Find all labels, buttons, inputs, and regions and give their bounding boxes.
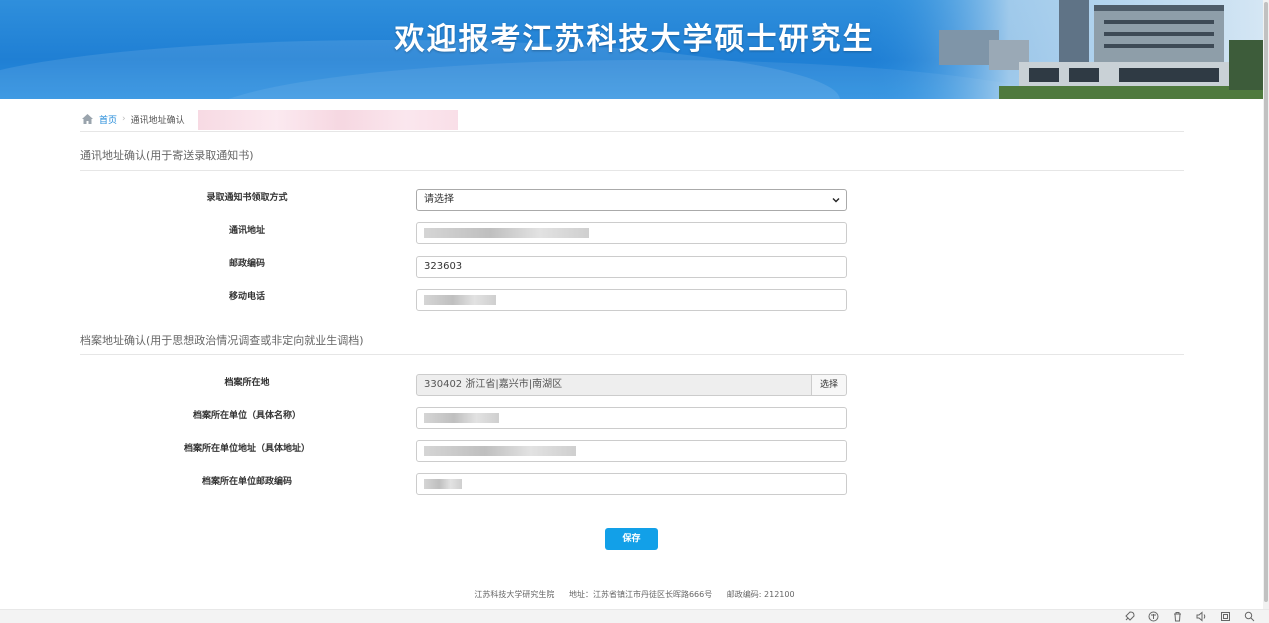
header-banner: 欢迎报考江苏科技大学硕士研究生 [0, 0, 1269, 99]
breadcrumb: 首页 › 通讯地址确认 [82, 111, 185, 127]
address-input[interactable] [416, 222, 847, 244]
unit-name-label: 档案所在单位（具体名称） [192, 411, 301, 421]
footer-address: 地址：江苏省镇江市丹徒区长晖路666号 [568, 590, 713, 599]
zip-input[interactable]: 323603 [416, 256, 847, 278]
unit-address-label: 档案所在单位地址（具体地址） [183, 444, 310, 454]
redacted-value [424, 413, 499, 423]
breadcrumb-separator: › [122, 114, 126, 124]
unit-name-input[interactable] [416, 407, 847, 429]
trash-icon[interactable] [1172, 611, 1183, 622]
phone-label: 移动电话 [228, 292, 265, 302]
section-title-archive: 档案地址确认(用于思想政治情况调查或非定向就业生调档) [80, 334, 364, 347]
archive-location-label: 档案所在地 [224, 378, 270, 388]
speaker-icon[interactable] [1196, 611, 1207, 622]
rocket-icon[interactable] [1124, 611, 1135, 622]
phone-input[interactable] [416, 289, 847, 311]
footer: 江苏科技大学研究生院 地址：江苏省镇江市丹徒区长晖路666号 邮政编码: 212… [0, 589, 1269, 600]
archive-location-field: 330402 浙江省|嘉兴市|南湖区 [416, 374, 812, 396]
divider [80, 170, 1184, 171]
archive-location-group: 330402 浙江省|嘉兴市|南湖区 选择 [416, 374, 847, 396]
redacted-value [424, 228, 589, 238]
scrollbar-thumb[interactable] [1264, 2, 1268, 602]
chevron-down-icon [832, 198, 840, 203]
browser-status-bar [0, 609, 1269, 623]
redacted-region [198, 110, 458, 130]
translate-icon[interactable] [1148, 611, 1159, 622]
save-button[interactable]: 保存 [605, 528, 658, 550]
unit-zip-input[interactable] [416, 473, 847, 495]
redacted-value [424, 446, 576, 456]
pickup-method-value: 请选择 [424, 194, 454, 205]
redacted-value [424, 295, 496, 305]
unit-address-input[interactable] [416, 440, 847, 462]
window-icon[interactable] [1220, 611, 1231, 622]
search-icon[interactable] [1244, 611, 1255, 622]
banner-title: 欢迎报考江苏科技大学硕士研究生 [394, 22, 875, 57]
footer-school: 江苏科技大学研究生院 [474, 590, 555, 599]
redacted-value [424, 479, 462, 489]
breadcrumb-home-link[interactable]: 首页 [99, 113, 117, 126]
zip-label: 邮政编码 [228, 259, 265, 269]
address-label: 通讯地址 [228, 226, 265, 236]
unit-zip-label: 档案所在单位邮政编码 [201, 477, 292, 487]
breadcrumb-current: 通讯地址确认 [130, 115, 185, 126]
choose-location-button[interactable]: 选择 [811, 374, 847, 396]
footer-zip: 邮政编码: 212100 [726, 590, 795, 599]
divider [80, 131, 1184, 132]
home-icon [82, 114, 93, 124]
divider [80, 354, 1184, 355]
pickup-method-select[interactable]: 请选择 [416, 189, 847, 211]
section-title-mailing: 通讯地址确认(用于寄送录取通知书) [80, 149, 254, 162]
pickup-method-label: 录取通知书领取方式 [206, 193, 288, 203]
